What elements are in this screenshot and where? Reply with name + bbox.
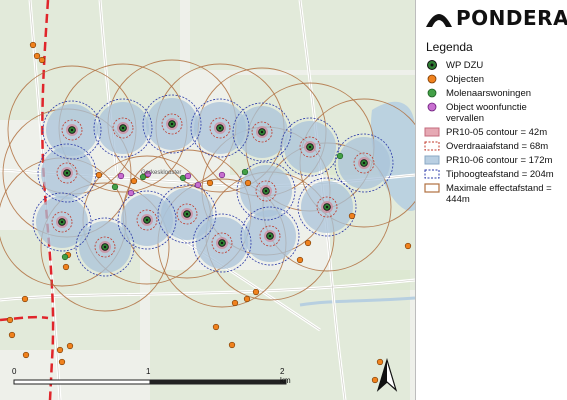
legend-item: Molenaarswoningen	[424, 88, 566, 99]
legend-item-label: Tiphoogteafstand = 204m	[446, 169, 554, 180]
legend-item: PR10-06 contour = 172m	[424, 155, 566, 166]
legend-item-label: Molenaarswoningen	[446, 88, 532, 99]
lapsed-residence-marker	[218, 171, 226, 179]
turbine-center	[308, 145, 312, 149]
legend-item: Maximale effectafstand = 444m	[424, 183, 566, 205]
turbine-center	[145, 218, 149, 222]
lapsed-residence-marker	[127, 189, 135, 197]
turbine-center	[218, 126, 222, 130]
object-marker	[228, 341, 236, 349]
turbine-center	[268, 234, 272, 238]
object-marker	[66, 342, 74, 350]
legend-item-label: Object woonfunctie vervallen	[446, 102, 527, 124]
object-marker	[244, 179, 252, 187]
legend-item-label: PR10-05 contour = 42m	[446, 127, 548, 138]
map-area[interactable]: Gerkesklooster 0 1 2 km	[0, 0, 415, 400]
object-dot-icon	[424, 74, 440, 84]
overdraai-dashed-icon	[424, 141, 440, 151]
turbine-center	[70, 128, 74, 132]
legend-item: Objecten	[424, 74, 566, 85]
object-marker	[62, 263, 70, 271]
turbine-center	[325, 205, 329, 209]
turbine-center	[103, 245, 107, 249]
object-marker	[231, 299, 239, 307]
object-marker	[130, 177, 138, 185]
object-marker	[296, 256, 304, 264]
scale-label-2km: 2 km	[280, 367, 291, 385]
object-marker	[29, 41, 37, 49]
miller-house-marker	[111, 183, 119, 191]
miller-house-marker	[241, 168, 249, 176]
turbine-center	[170, 122, 174, 126]
object-marker	[56, 346, 64, 354]
map-canvas: Gerkesklooster	[0, 0, 415, 400]
turbine-center	[65, 171, 69, 175]
turbine-dot-icon	[424, 60, 440, 70]
object-marker	[252, 288, 260, 296]
object-marker	[58, 358, 66, 366]
pondera-logo-icon	[426, 14, 452, 27]
legend-item-label: Overdraaiafstand = 68m	[446, 141, 549, 152]
turbine-center	[220, 241, 224, 245]
scale-bar: 0 1 2 km	[12, 367, 292, 388]
legend-item: PR10-05 contour = 42m	[424, 127, 566, 138]
turbine-center	[121, 126, 125, 130]
object-marker	[8, 331, 16, 339]
scale-label-1: 1	[146, 367, 151, 376]
miller-house-marker	[336, 152, 344, 160]
legend-item-label: PR10-06 contour = 172m	[446, 155, 553, 166]
pr10-06-fill-icon	[424, 155, 440, 165]
lapsed-residence-marker	[194, 181, 202, 189]
lapsed-residence-marker	[184, 172, 192, 180]
turbine-center	[362, 161, 366, 165]
turbine-center	[260, 130, 264, 134]
object-marker	[6, 316, 14, 324]
north-arrow-icon	[376, 358, 398, 392]
legend-item-label: Maximale effectafstand = 444m	[446, 183, 552, 205]
object-marker	[304, 239, 312, 247]
turbine-center	[60, 220, 64, 224]
legend-item: Overdraaiafstand = 68m	[424, 141, 566, 152]
object-marker	[404, 242, 412, 250]
legend-list: WP DZU Objecten Molenaarswoningen Object wo…	[424, 60, 566, 208]
object-marker	[33, 52, 41, 60]
object-marker	[348, 212, 356, 220]
legend-item-label: Objecten	[446, 74, 485, 85]
scale-label-0: 0	[12, 367, 17, 376]
legend-panel: PONDERA Legenda WP DZU Objecten Molenaarsw…	[415, 0, 567, 400]
turbine-center	[185, 212, 189, 216]
miller-house-dot-icon	[424, 88, 440, 98]
object-marker	[38, 56, 46, 64]
lapsed-residence-marker	[117, 172, 125, 180]
legend-item: Object woonfunctie vervallen	[424, 102, 566, 124]
max-effect-outline-icon	[424, 183, 440, 193]
object-marker	[21, 295, 29, 303]
place-label: Gerkesklooster	[141, 170, 181, 176]
legend-item-label: WP DZU	[446, 60, 484, 71]
object-marker	[206, 179, 214, 187]
object-marker	[22, 351, 30, 359]
pr10-05-fill-icon	[424, 127, 440, 137]
turbine-center	[264, 189, 268, 193]
lapsed-residence-dot-icon	[424, 102, 440, 112]
brand-name: PONDERA	[456, 6, 567, 30]
miller-house-marker	[61, 253, 69, 261]
object-marker	[212, 323, 220, 331]
legend-title: Legenda	[426, 40, 473, 54]
pondera-logo: PONDERA	[424, 4, 567, 32]
legend-item: WP DZU	[424, 60, 566, 71]
object-marker	[243, 295, 251, 303]
tiphoogte-dashed-icon	[424, 169, 440, 179]
object-marker	[95, 171, 103, 179]
legend-item: Tiphoogteafstand = 204m	[424, 169, 566, 180]
